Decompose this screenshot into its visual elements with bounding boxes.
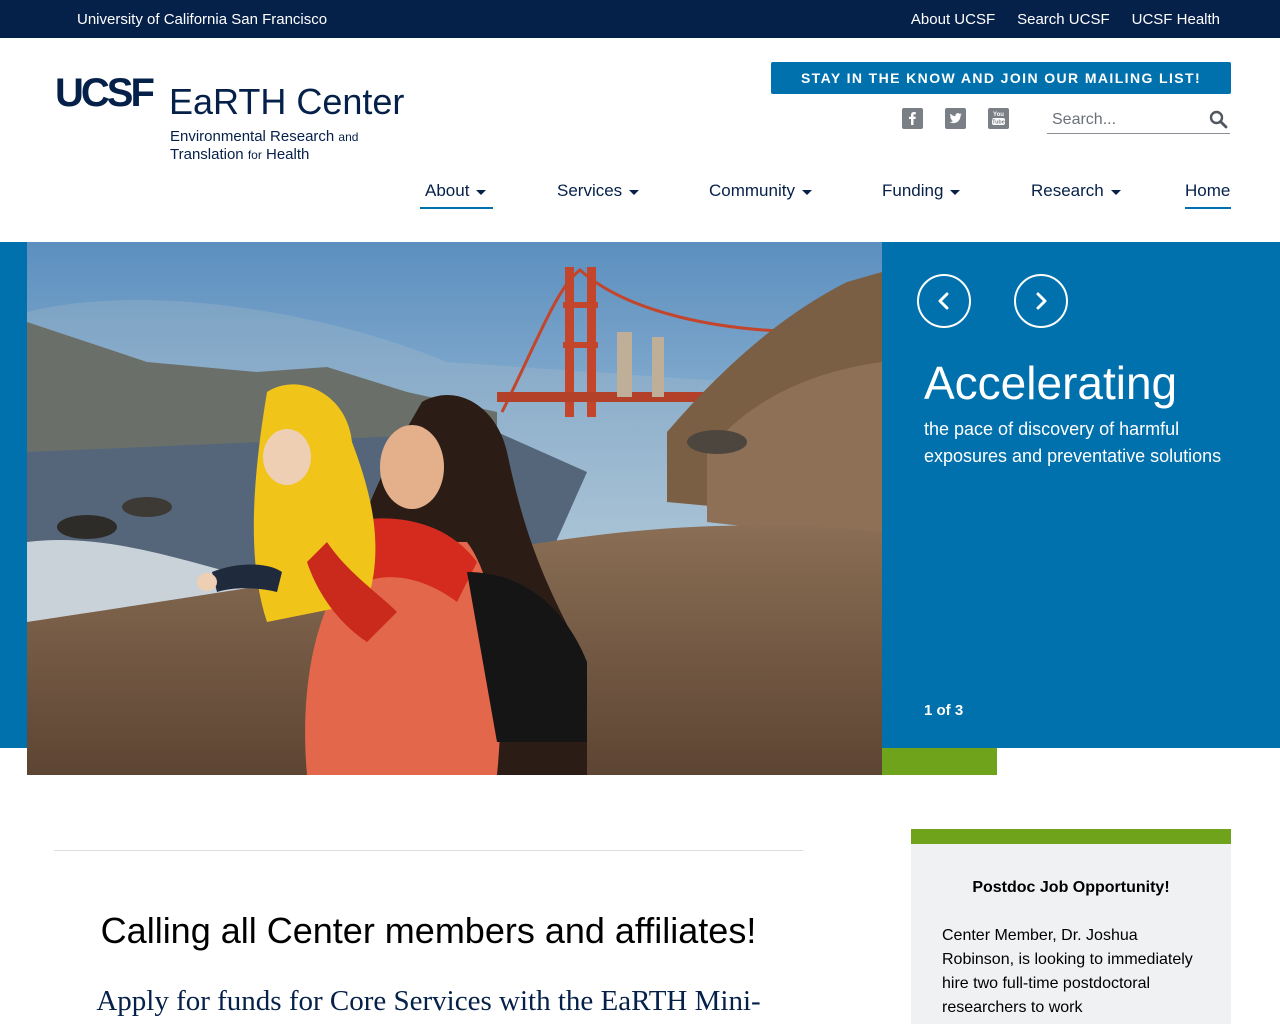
search-icon[interactable] bbox=[1209, 110, 1228, 134]
logo-title: EaRTH Center bbox=[169, 81, 404, 122]
svg-text:Tube: Tube bbox=[992, 120, 1005, 126]
slide-counter: 1 of 3 bbox=[924, 702, 964, 719]
youtube-icon[interactable]: You Tube bbox=[988, 108, 1009, 129]
main-subheadline: Apply for funds for Core Services with t… bbox=[96, 985, 761, 1017]
ucsf-health-link[interactable]: UCSF Health bbox=[1132, 11, 1220, 28]
chevron-left-icon bbox=[938, 292, 949, 310]
mailing-list-button[interactable]: STAY IN THE KNOW AND JOIN OUR MAILING LI… bbox=[771, 62, 1231, 94]
utility-bar: University of California San Francisco A… bbox=[0, 0, 1280, 38]
facebook-icon[interactable] bbox=[902, 108, 923, 129]
hero-prev-button[interactable] bbox=[917, 274, 971, 328]
nav-active-underline-about bbox=[420, 207, 493, 209]
hero-image bbox=[27, 242, 882, 775]
earth-center-logo[interactable]: UCSF EaRTH Center Environmental Research… bbox=[55, 70, 415, 165]
caret-down-icon bbox=[1110, 189, 1121, 195]
utility-links: About UCSF Search UCSF UCSF Health bbox=[911, 11, 1220, 28]
caret-down-icon bbox=[476, 189, 487, 195]
university-link[interactable]: University of California San Francisco bbox=[77, 11, 327, 28]
about-ucsf-link[interactable]: About UCSF bbox=[911, 11, 995, 28]
nav-about[interactable]: About bbox=[425, 181, 487, 201]
caret-down-icon bbox=[801, 189, 812, 195]
logo-mark: UCSF bbox=[55, 71, 153, 115]
svg-text:You: You bbox=[993, 112, 1004, 118]
nav-research[interactable]: Research bbox=[1031, 181, 1121, 201]
postdoc-card: Postdoc Job Opportunity! Center Member, … bbox=[911, 829, 1231, 1024]
nav-home[interactable]: Home bbox=[1185, 181, 1230, 201]
hero-description: the pace of discovery of harmful exposur… bbox=[924, 419, 1222, 466]
card-body: Center Member, Dr. Joshua Robinson, is l… bbox=[942, 927, 1193, 1016]
nav-community[interactable]: Community bbox=[709, 181, 812, 201]
hero-next-button[interactable] bbox=[1014, 274, 1068, 328]
chevron-right-icon bbox=[1036, 292, 1047, 310]
search-input[interactable] bbox=[1047, 106, 1197, 133]
main-headline: Calling all Center members and affiliate… bbox=[100, 910, 757, 951]
search-ucsf-link[interactable]: Search UCSF bbox=[1017, 11, 1110, 28]
logo-subtitle-line1: Environmental Research and bbox=[170, 128, 358, 145]
caret-down-icon bbox=[950, 189, 961, 195]
search-box bbox=[1047, 106, 1230, 134]
caret-down-icon bbox=[629, 189, 640, 195]
logo-subtitle-line2: Translation for Health bbox=[170, 146, 309, 163]
hero-title: Accelerating bbox=[924, 357, 1178, 409]
twitter-icon[interactable] bbox=[945, 108, 966, 129]
card-title: Postdoc Job Opportunity! bbox=[972, 879, 1170, 896]
nav-funding[interactable]: Funding bbox=[882, 181, 961, 201]
nav-services[interactable]: Services bbox=[557, 181, 640, 201]
content-divider bbox=[54, 850, 803, 851]
nav-active-underline-home bbox=[1185, 207, 1231, 209]
hero-accent-bar bbox=[882, 748, 997, 775]
card-accent-bar bbox=[911, 829, 1231, 844]
